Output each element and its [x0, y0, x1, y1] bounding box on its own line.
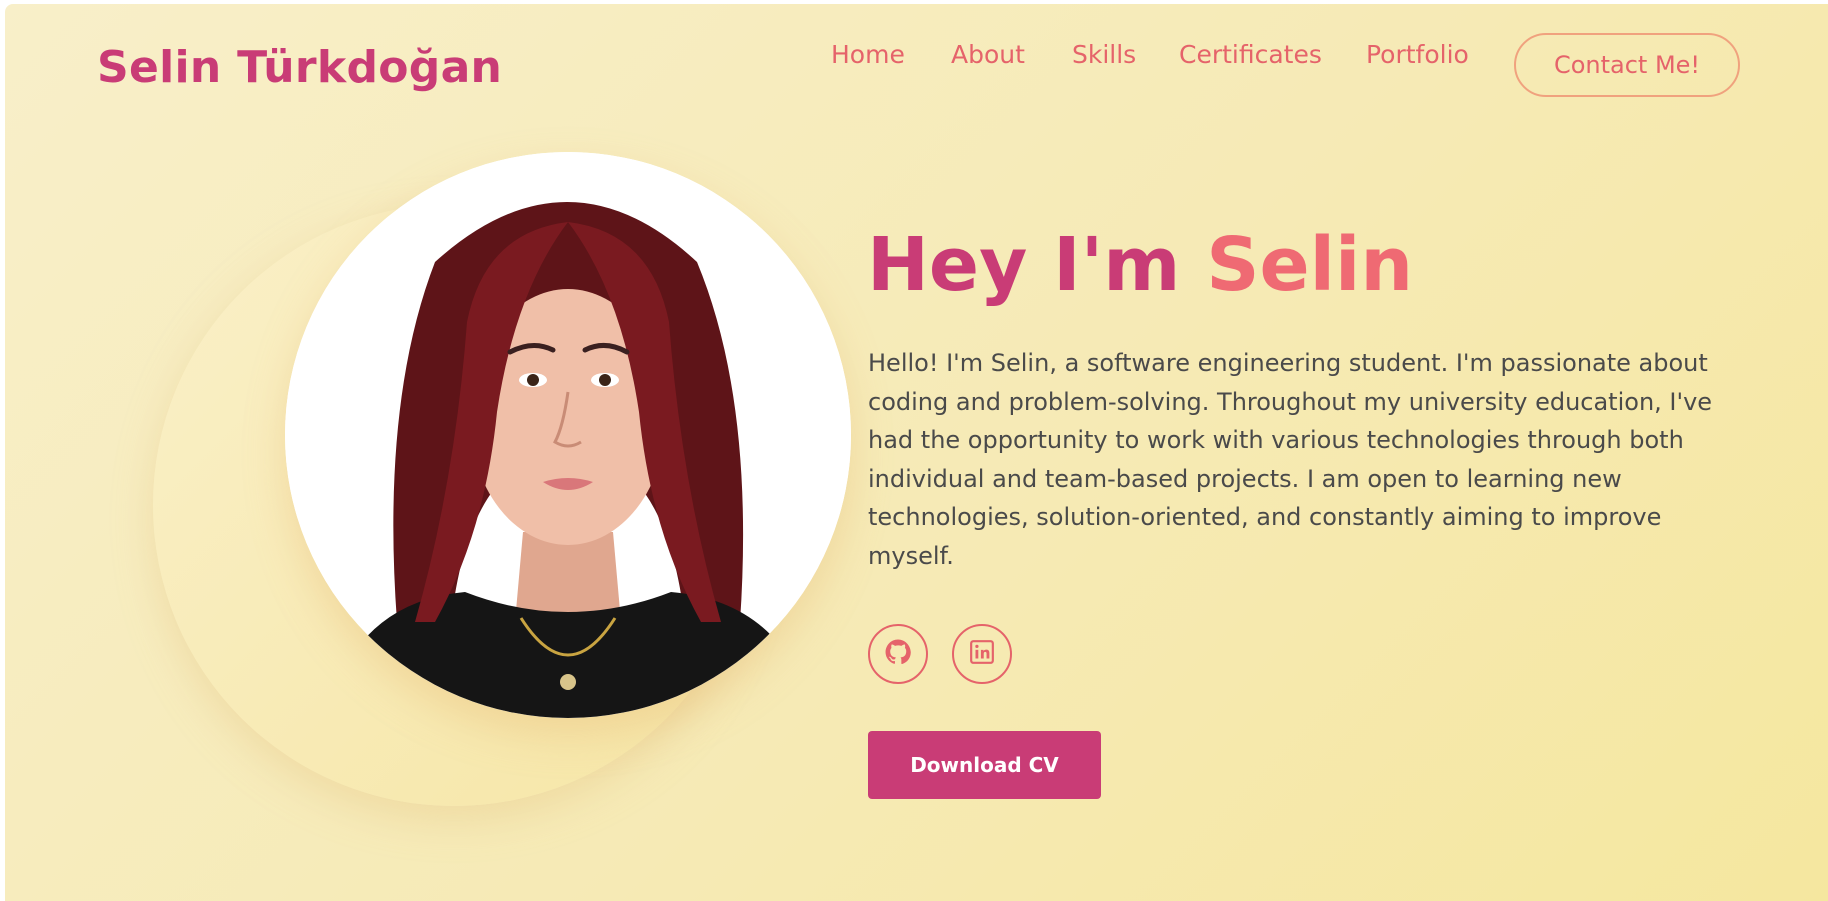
linkedin-icon — [969, 639, 995, 669]
hero-bio: Hello! I'm Selin, a software engineering… — [868, 349, 1713, 570]
nav-home[interactable]: Home — [831, 40, 905, 69]
github-link[interactable] — [868, 624, 928, 684]
profile-photo — [285, 152, 851, 718]
nav-skills[interactable]: Skills — [1072, 40, 1136, 69]
download-cv-button[interactable]: Download CV — [868, 731, 1101, 799]
hero-heading: Hey I'm Selin — [867, 222, 1413, 308]
linkedin-link[interactable] — [952, 624, 1012, 684]
hero-name: Selin — [1206, 222, 1414, 308]
hero-greeting: Hey I'm — [867, 222, 1181, 308]
page: Selin Türkdoğan Home About Skills Certif… — [5, 4, 1828, 901]
nav-portfolio[interactable]: Portfolio — [1366, 40, 1469, 69]
contact-me-button[interactable]: Contact Me! — [1514, 33, 1740, 97]
github-icon — [885, 639, 911, 669]
nav-certificates[interactable]: Certificates — [1179, 40, 1322, 69]
nav-about[interactable]: About — [951, 40, 1025, 69]
